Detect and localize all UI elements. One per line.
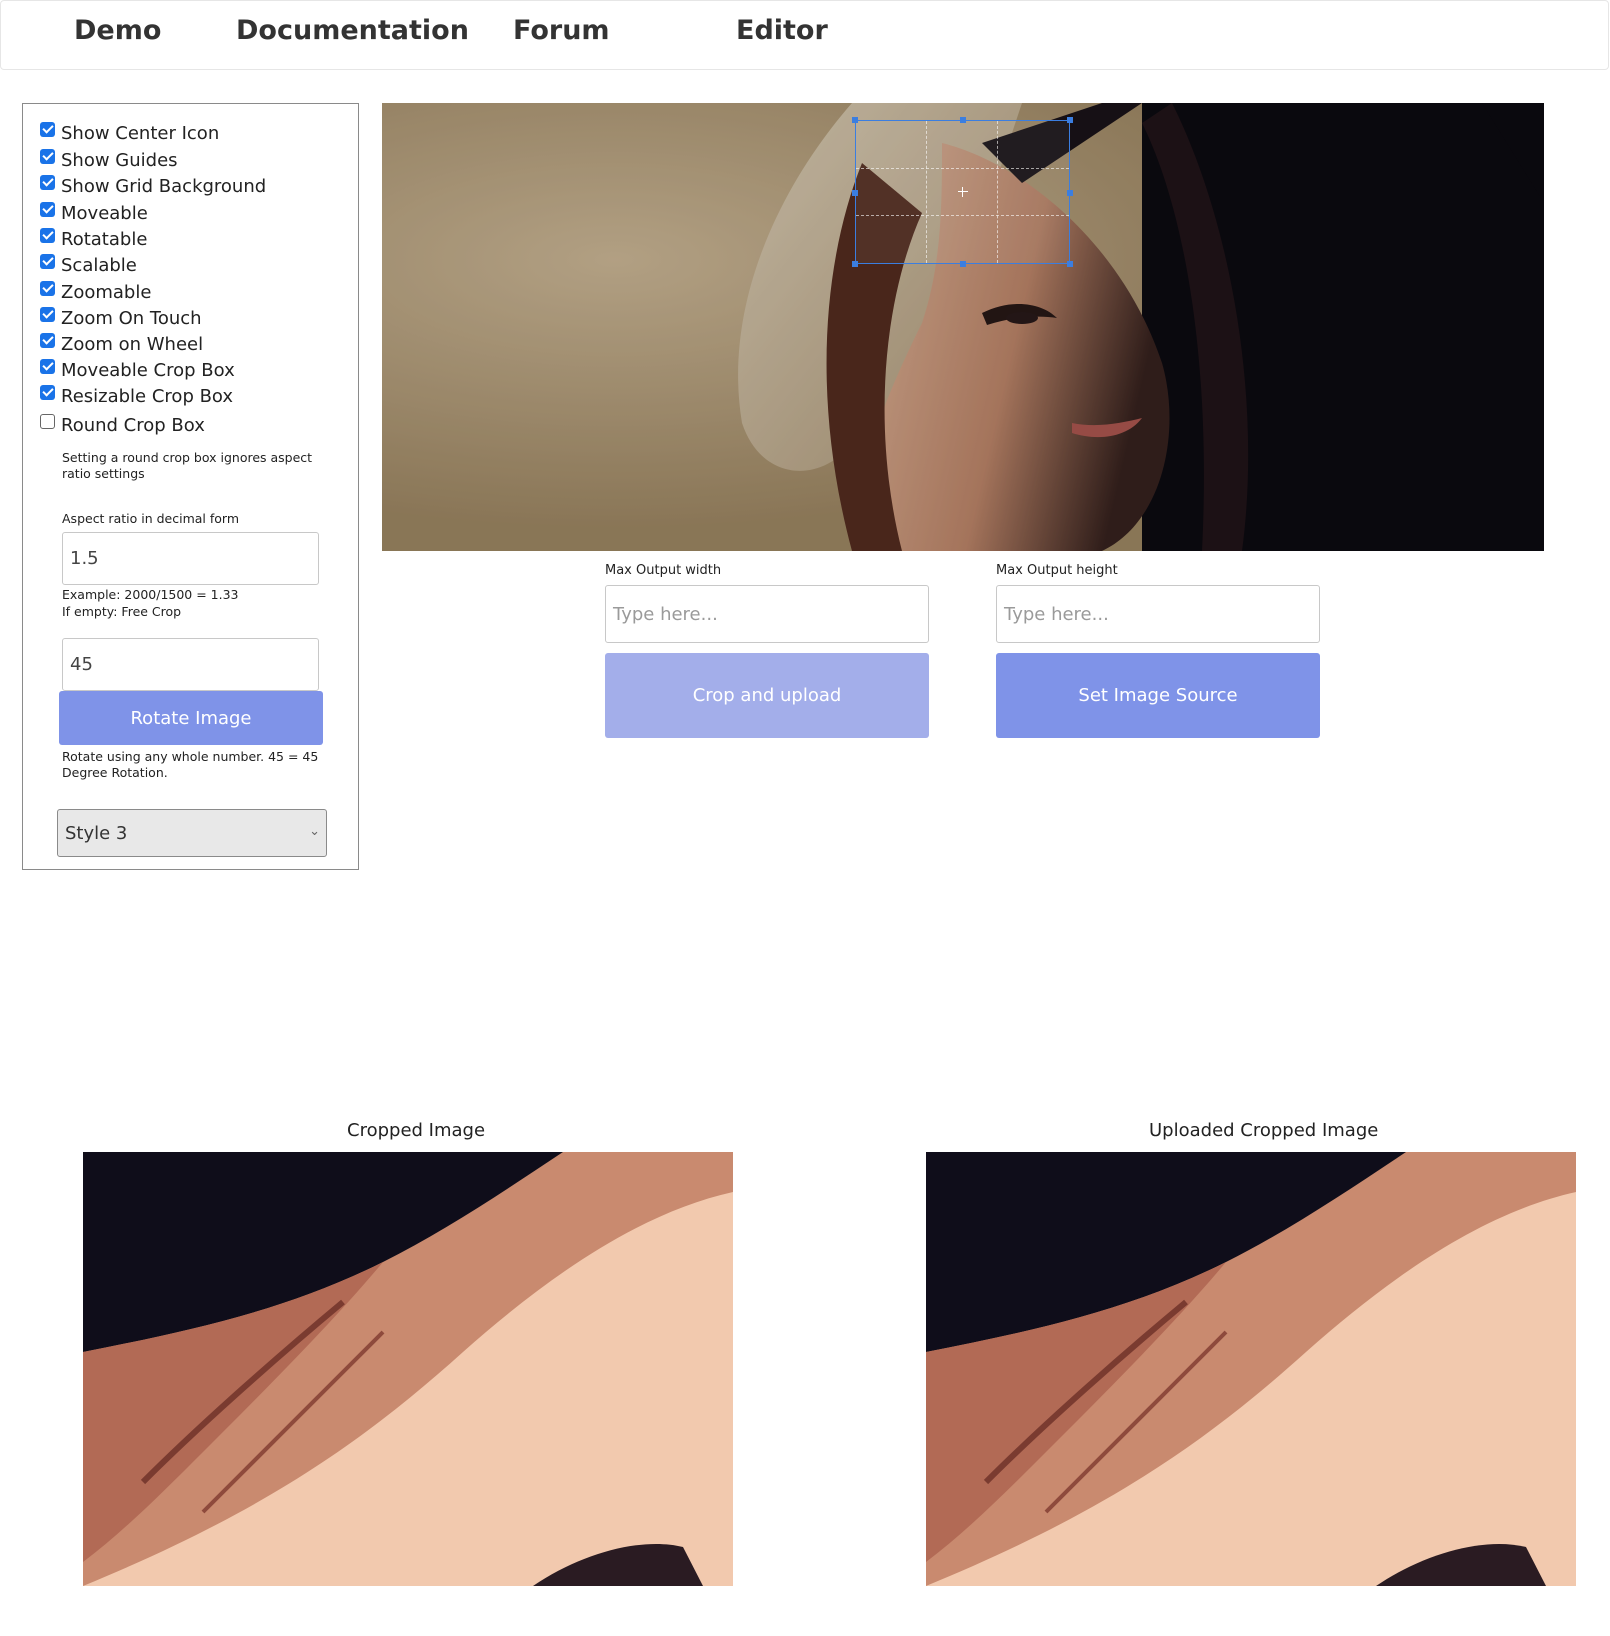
checkbox-label: Scalable (61, 254, 137, 276)
cropped-image (83, 1152, 733, 1586)
option-zoom-on-touch[interactable]: Zoom On Touch (40, 305, 202, 331)
max-height-input[interactable]: Type here... (996, 585, 1320, 643)
crop-guide-vertical-1 (926, 121, 928, 263)
crop-and-upload-button[interactable]: Crop and upload (605, 653, 929, 738)
checkbox-label: Resizable Crop Box (61, 385, 234, 407)
top-navbar: Demo Documentation Forum Editor (0, 0, 1609, 70)
uploaded-cropped-image-preview (926, 1152, 1576, 1586)
cropped-image-preview (83, 1152, 733, 1586)
option-scalable[interactable]: Scalable (40, 252, 137, 278)
crop-handle-sw[interactable] (852, 261, 858, 267)
option-show-center-icon[interactable]: Show Center Icon (40, 120, 219, 146)
crop-guide-vertical-2 (996, 121, 998, 263)
crop-handle-nw[interactable] (852, 117, 858, 123)
crop-guide-horizontal-1 (856, 167, 1069, 169)
uploaded-image-title: Uploaded Cropped Image (1149, 1120, 1379, 1141)
crop-center-icon (957, 187, 968, 197)
checkbox-label: Show Guides (61, 149, 178, 171)
checkbox[interactable] (40, 332, 55, 348)
option-zoom-on-wheel[interactable]: Zoom on Wheel (40, 331, 203, 357)
checkbox[interactable] (40, 358, 55, 374)
checkbox-label: Zoom on Wheel (61, 333, 204, 355)
checkbox[interactable] (40, 413, 55, 429)
crop-handle-w[interactable] (852, 190, 858, 196)
crop-handle-s[interactable] (960, 261, 966, 267)
set-image-source-button[interactable]: Set Image Source (996, 653, 1320, 738)
aspect-ratio-example: Example: 2000/1500 = 1.33 (62, 587, 239, 602)
checkbox[interactable] (40, 227, 55, 243)
chevron-down-icon: ⌄ (309, 824, 320, 839)
checkbox[interactable] (40, 148, 55, 164)
nav-demo[interactable]: Demo (74, 15, 161, 46)
uploaded-cropped-image (926, 1152, 1576, 1586)
option-show-guides[interactable]: Show Guides (40, 147, 178, 173)
aspect-ratio-label: Aspect ratio in decimal form (62, 511, 239, 526)
checkbox[interactable] (40, 280, 55, 296)
checkbox[interactable] (40, 201, 55, 217)
rotate-image-button[interactable]: Rotate Image (59, 691, 323, 745)
max-height-label: Max Output height (996, 563, 1118, 578)
checkbox-label: Zoom On Touch (61, 307, 202, 329)
crop-handle-n[interactable] (960, 117, 966, 123)
checkbox-label: Show Center Icon (61, 122, 220, 144)
style-select[interactable]: Style 3 ⌄ (57, 809, 327, 857)
checkbox[interactable] (40, 306, 55, 322)
crop-handle-e[interactable] (1067, 190, 1073, 196)
nav-documentation[interactable]: Documentation (236, 15, 469, 46)
rotate-help-text: Rotate using any whole number. 45 = 45 D… (62, 749, 319, 780)
option-round-crop-box[interactable]: Round Crop Box (40, 412, 205, 438)
max-width-label: Max Output width (605, 563, 722, 578)
checkbox[interactable] (40, 384, 55, 400)
style-select-value: Style 3 (65, 822, 128, 844)
option-show-grid-background[interactable]: Show Grid Background (40, 173, 266, 199)
crop-canvas[interactable] (382, 103, 1544, 551)
options-panel: Show Center Icon Show Guides Show Grid Bac… (22, 103, 359, 870)
checkbox-label: Rotatable (61, 228, 148, 250)
checkbox-label: Moveable (61, 202, 148, 224)
checkbox[interactable] (40, 121, 55, 137)
crop-guide-horizontal-2 (856, 214, 1069, 216)
rotate-degrees-input[interactable]: 45 (62, 638, 319, 691)
nav-editor[interactable]: Editor (736, 15, 828, 46)
max-width-input[interactable]: Type here... (605, 585, 929, 643)
option-zoomable[interactable]: Zoomable (40, 279, 151, 305)
crop-handle-ne[interactable] (1067, 117, 1073, 123)
checkbox-label: Round Crop Box (61, 414, 205, 436)
option-resizable-crop-box[interactable]: Resizable Crop Box (40, 383, 233, 409)
aspect-ratio-empty-note: If empty: Free Crop (62, 604, 182, 619)
checkbox-label: Moveable Crop Box (61, 359, 235, 381)
checkbox-label: Show Grid Background (61, 175, 267, 197)
nav-forum[interactable]: Forum (513, 15, 610, 46)
checkbox[interactable] (40, 253, 55, 269)
option-moveable-crop-box[interactable]: Moveable Crop Box (40, 357, 235, 383)
option-moveable[interactable]: Moveable (40, 200, 148, 226)
checkbox-label: Zoomable (61, 281, 152, 303)
option-rotatable[interactable]: Rotatable (40, 226, 147, 252)
crop-handle-se[interactable] (1067, 261, 1073, 267)
aspect-ratio-input[interactable]: 1.5 (62, 532, 319, 585)
checkbox[interactable] (40, 174, 55, 190)
round-crop-note: Setting a round crop box ignores aspect … (62, 450, 313, 481)
cropped-image-title: Cropped Image (347, 1120, 486, 1141)
crop-box[interactable] (852, 117, 1073, 267)
